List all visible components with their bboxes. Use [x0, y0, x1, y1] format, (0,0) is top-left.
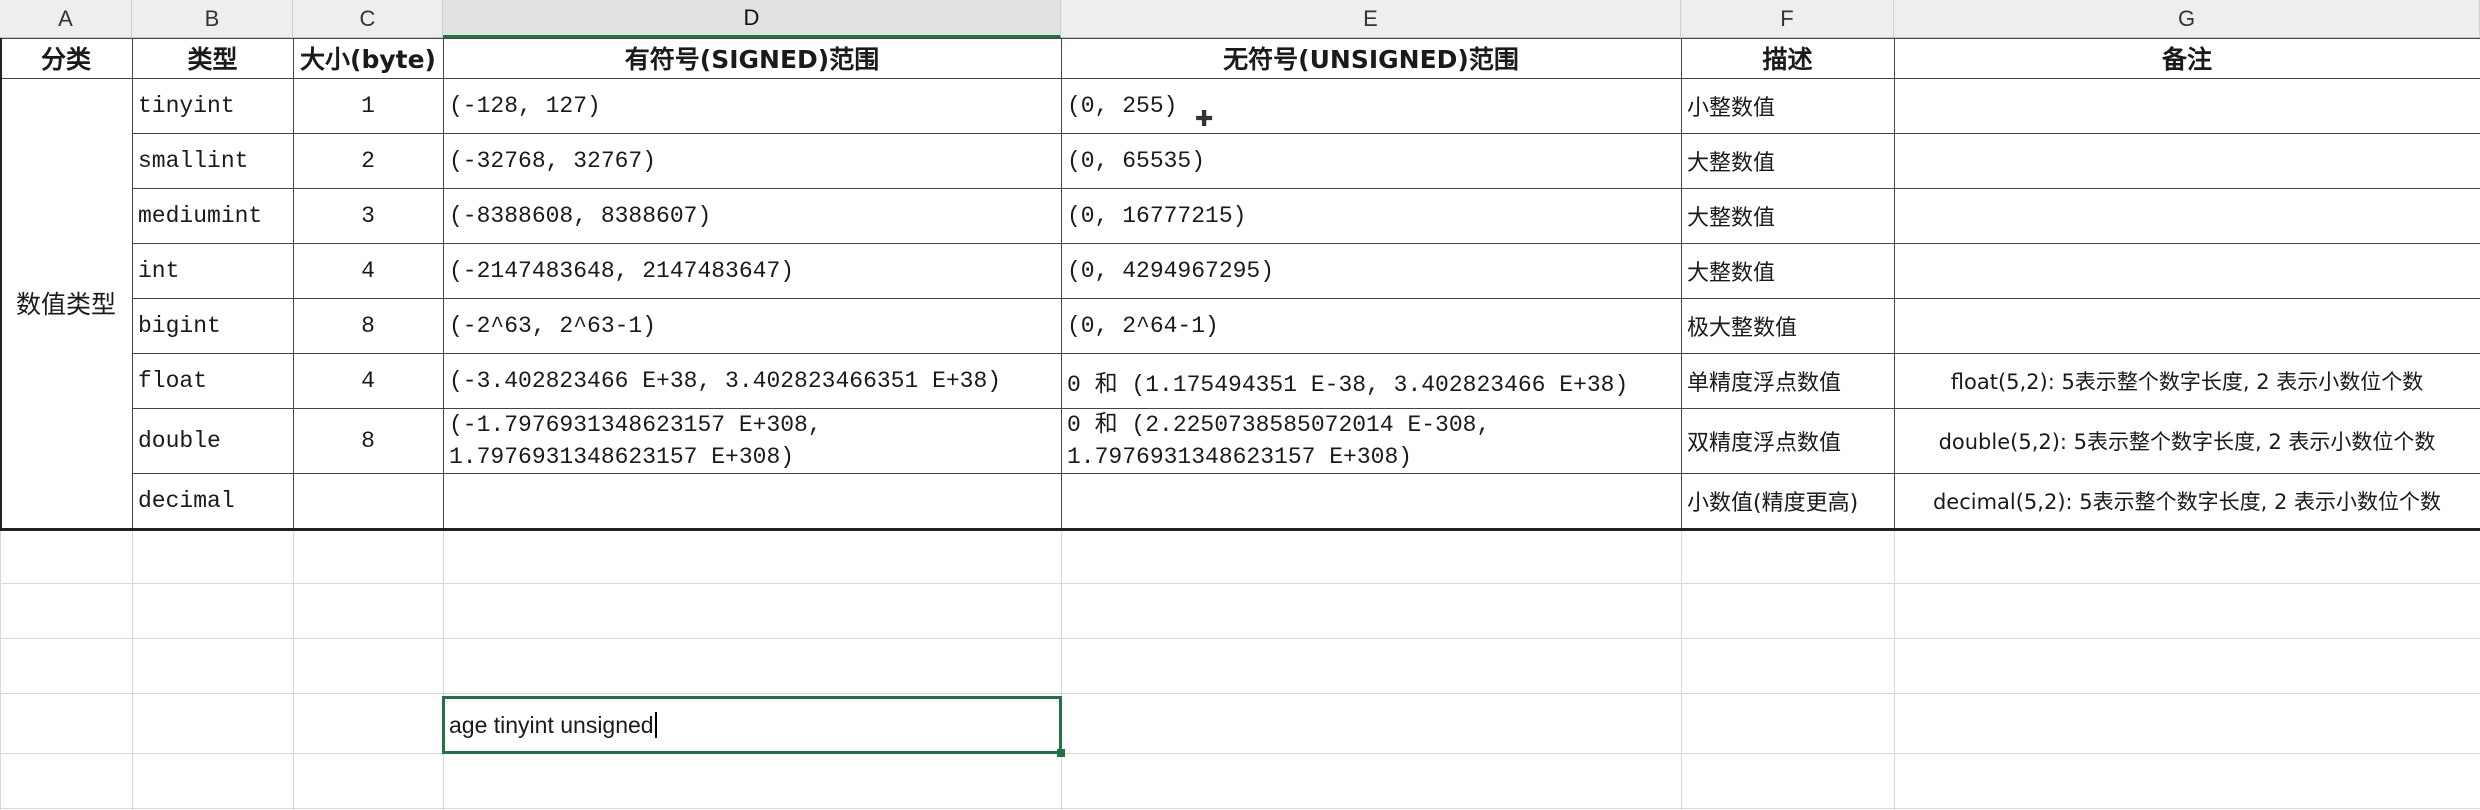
grid-hline — [0, 583, 2480, 584]
size-cell[interactable] — [293, 473, 443, 528]
unsigned-range-cell[interactable]: (0, 65535) — [1061, 133, 1681, 188]
grid-vline — [0, 528, 1, 810]
unsigned-range-cell[interactable]: 0 和 (2.2250738585072014 E-308, 1.7976931… — [1061, 408, 1681, 473]
header-cell-6[interactable]: 描述 — [1681, 38, 1894, 78]
unsigned-range-cell[interactable] — [1061, 473, 1681, 528]
description-cell[interactable]: 大整数值 — [1681, 133, 1894, 188]
type-cell[interactable]: smallint — [132, 133, 293, 188]
note-cell[interactable]: double(5,2): 5表示整个数字长度, 2 表示小数位个数 — [1894, 408, 2480, 473]
text-caret — [654, 712, 657, 738]
size-cell[interactable]: 1 — [293, 78, 443, 133]
header-cell-7[interactable]: 备注 — [1894, 38, 2480, 78]
note-cell[interactable] — [1894, 298, 2480, 353]
description-cell[interactable]: 极大整数值 — [1681, 298, 1894, 353]
signed-range-cell[interactable] — [443, 473, 1061, 528]
header-cell-1[interactable]: 分类 — [0, 38, 132, 78]
description-cell[interactable]: 单精度浮点数值 — [1681, 353, 1894, 408]
column-header-g[interactable]: G — [1894, 0, 2480, 38]
type-cell[interactable]: tinyint — [132, 78, 293, 133]
size-cell[interactable]: 3 — [293, 188, 443, 243]
size-cell[interactable]: 8 — [293, 298, 443, 353]
type-cell[interactable]: decimal — [132, 473, 293, 528]
type-cell[interactable]: bigint — [132, 298, 293, 353]
unsigned-range-cell[interactable]: (0, 2^64-1) — [1061, 298, 1681, 353]
active-cell-text: age tinyint unsigned — [449, 711, 654, 738]
note-cell[interactable] — [1894, 243, 2480, 298]
header-cell-4[interactable]: 有符号(SIGNED)范围 — [443, 38, 1061, 78]
note-cell[interactable]: decimal(5,2): 5表示整个数字长度, 2 表示小数位个数 — [1894, 473, 2480, 528]
grid-hline — [0, 638, 2480, 639]
description-cell[interactable]: 大整数值 — [1681, 243, 1894, 298]
note-cell[interactable]: float(5,2): 5表示整个数字长度, 2 表示小数位个数 — [1894, 353, 2480, 408]
unsigned-range-cell[interactable]: (0, 255) — [1061, 78, 1681, 133]
signed-range-cell[interactable]: (-128, 127) — [443, 78, 1061, 133]
grid-vline — [1681, 528, 1682, 810]
type-cell[interactable]: double — [132, 408, 293, 473]
column-header-f[interactable]: F — [1681, 0, 1894, 38]
type-cell[interactable]: int — [132, 243, 293, 298]
grid-vline — [293, 528, 294, 810]
description-cell[interactable]: 双精度浮点数值 — [1681, 408, 1894, 473]
grid-hline — [0, 693, 2480, 694]
grid-vline — [1894, 528, 1895, 810]
grid-hline — [0, 528, 2480, 531]
signed-range-cell[interactable]: (-1.7976931348623157 E+308, 1.7976931348… — [443, 408, 1061, 473]
unsigned-range-cell[interactable]: (0, 4294967295) — [1061, 243, 1681, 298]
grid-vline — [443, 528, 444, 810]
note-cell[interactable] — [1894, 78, 2480, 133]
column-header-b[interactable]: B — [132, 0, 293, 38]
signed-range-cell[interactable]: (-3.402823466 E+38, 3.402823466351 E+38) — [443, 353, 1061, 408]
description-cell[interactable]: 大整数值 — [1681, 188, 1894, 243]
grid-vline — [1061, 528, 1062, 810]
column-header-e[interactable]: E — [1061, 0, 1681, 38]
size-cell[interactable]: 4 — [293, 353, 443, 408]
description-cell[interactable]: 小数值(精度更高) — [1681, 473, 1894, 528]
header-cell-5[interactable]: 无符号(UNSIGNED)范围 — [1061, 38, 1681, 78]
category-cell[interactable]: 数值类型 — [0, 78, 132, 528]
grid-hline — [0, 808, 2480, 809]
size-cell[interactable]: 2 — [293, 133, 443, 188]
column-header-c[interactable]: C — [293, 0, 443, 38]
column-header-d[interactable]: D — [443, 0, 1061, 38]
type-cell[interactable]: float — [132, 353, 293, 408]
description-cell[interactable]: 小整数值 — [1681, 78, 1894, 133]
size-cell[interactable]: 4 — [293, 243, 443, 298]
header-cell-3[interactable]: 大小(byte) — [293, 38, 443, 78]
size-cell[interactable]: 8 — [293, 408, 443, 473]
fill-handle[interactable] — [1057, 749, 1065, 757]
column-header-a[interactable]: A — [0, 0, 132, 38]
active-cell-editor[interactable]: age tinyint unsigned — [442, 696, 1062, 754]
spreadsheet[interactable]: ABCDEFG 分类 类型 大小(byte) 有符号(SIGNED)范围 无符号(UNS… — [0, 0, 2480, 810]
note-cell[interactable] — [1894, 133, 2480, 188]
unsigned-range-cell[interactable]: (0, 16777215) — [1061, 188, 1681, 243]
signed-range-cell[interactable]: (-2^63, 2^63-1) — [443, 298, 1061, 353]
signed-range-cell[interactable]: (-2147483648, 2147483647) — [443, 243, 1061, 298]
signed-range-cell[interactable]: (-32768, 32767) — [443, 133, 1061, 188]
grid-vline — [132, 528, 133, 810]
unsigned-range-cell[interactable]: 0 和 (1.175494351 E-38, 3.402823466 E+38) — [1061, 353, 1681, 408]
header-cell-2[interactable]: 类型 — [132, 38, 293, 78]
signed-range-cell[interactable]: (-8388608, 8388607) — [443, 188, 1061, 243]
type-cell[interactable]: mediumint — [132, 188, 293, 243]
note-cell[interactable] — [1894, 188, 2480, 243]
cell-cursor-icon: ✚ — [1195, 107, 1214, 132]
grid-hline — [0, 753, 2480, 754]
